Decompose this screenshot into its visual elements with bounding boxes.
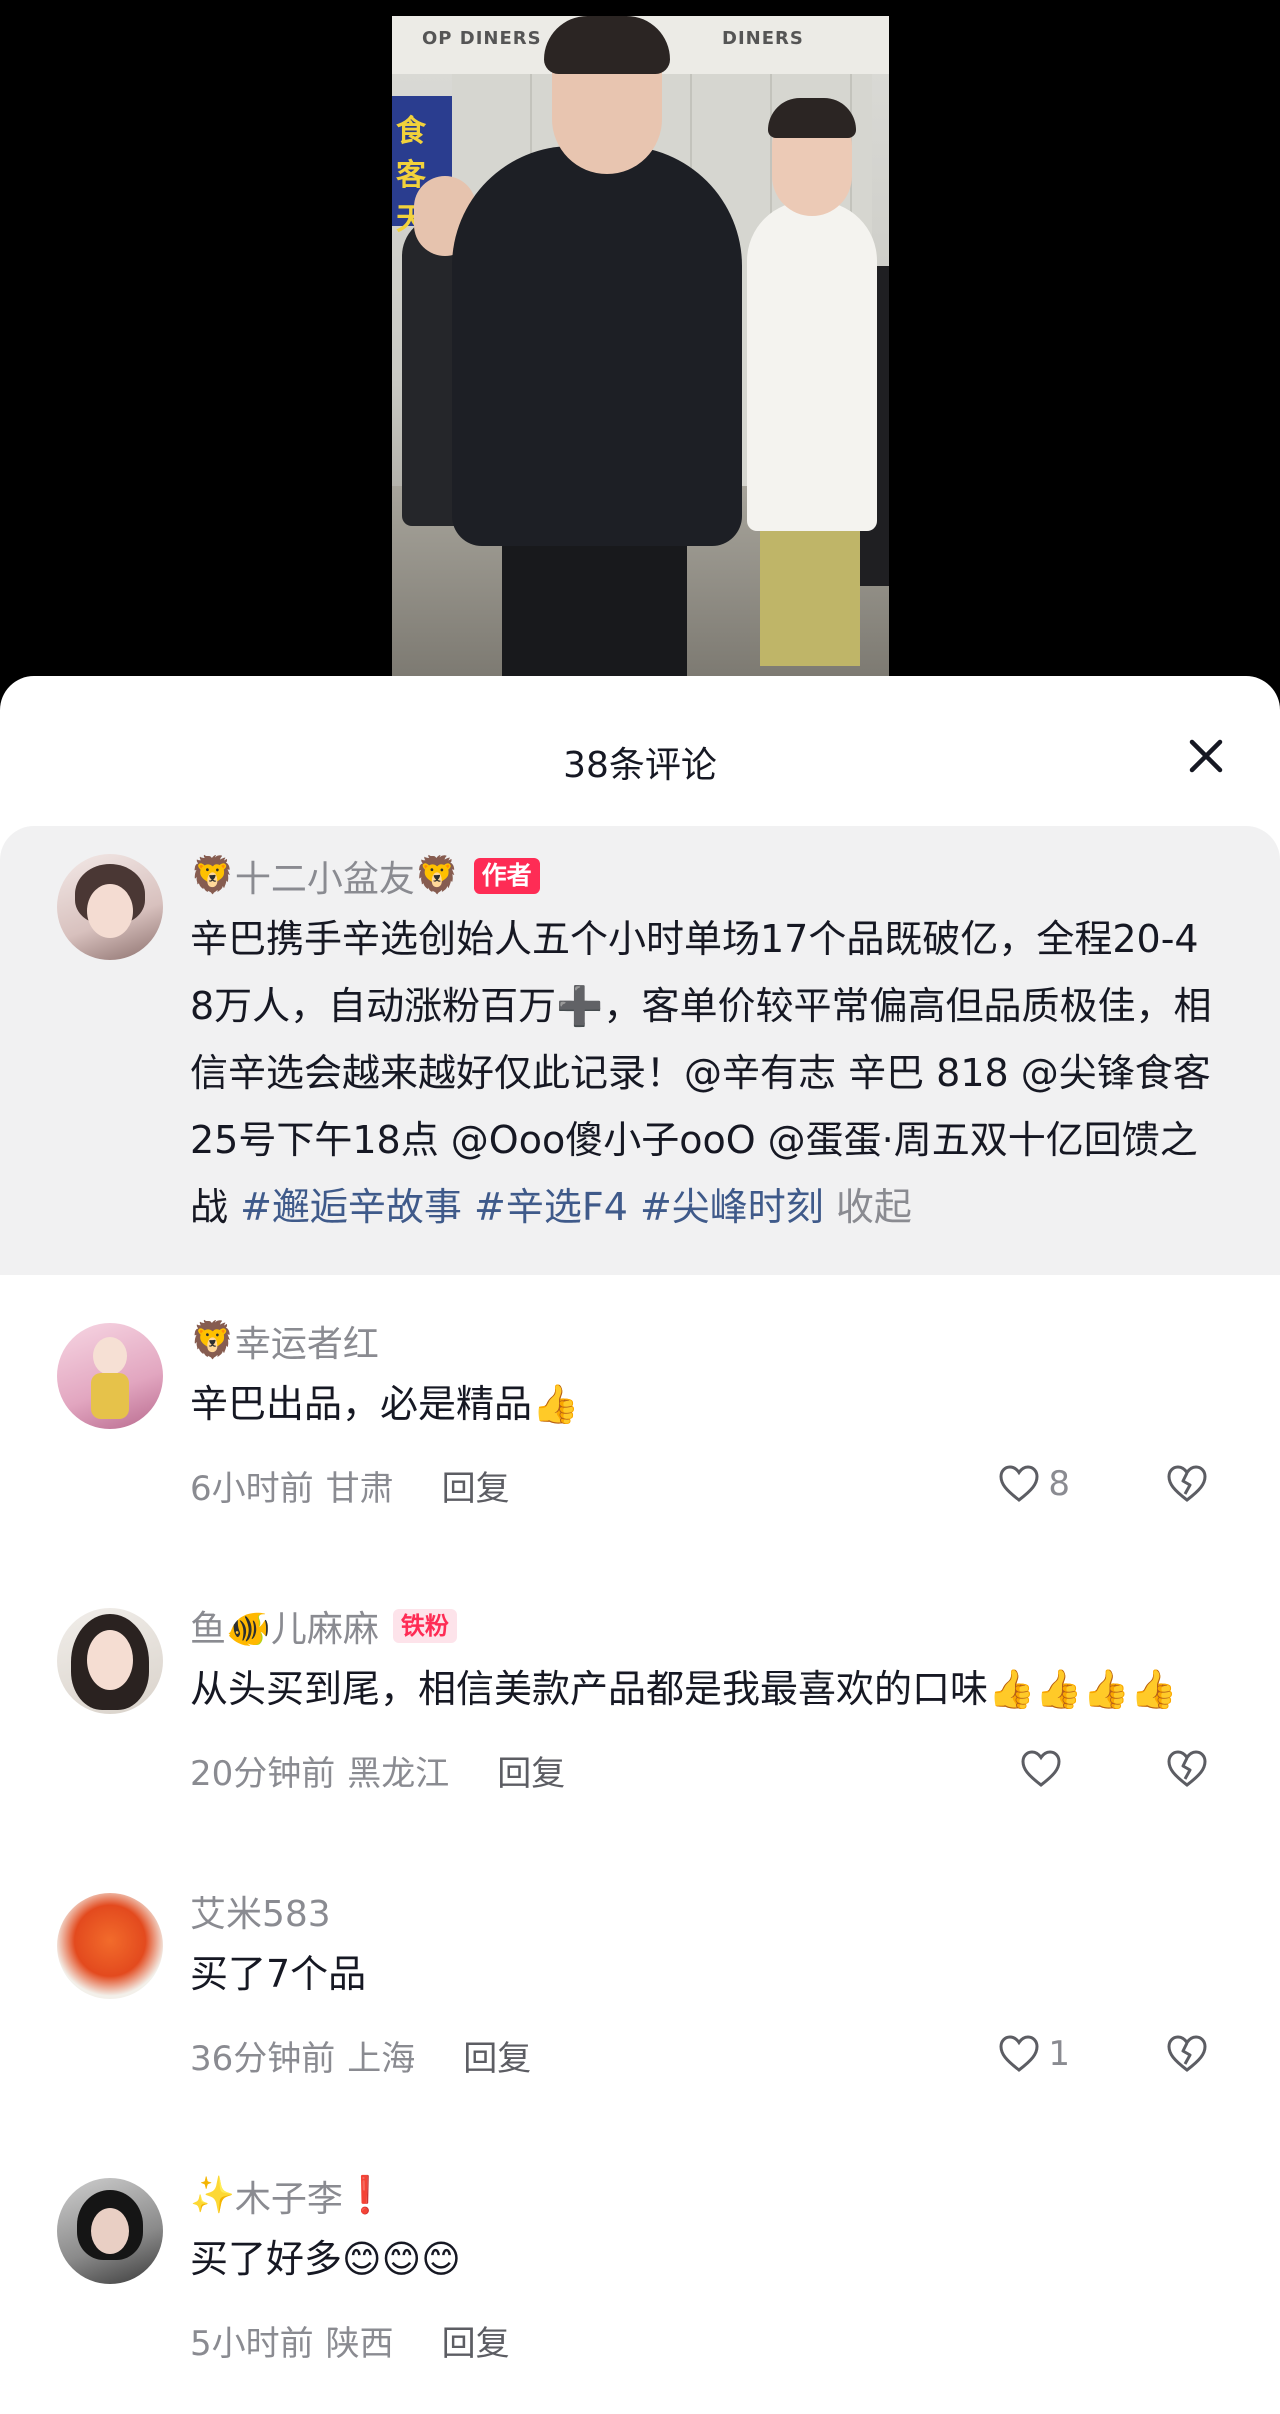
- avatar-face: [87, 1630, 133, 1690]
- comment-location: 上海: [347, 2038, 416, 2079]
- comment-text[interactable]: 买了7个品: [190, 1941, 1220, 2008]
- comment-text[interactable]: 辛巴携手辛选创始人五个小时单场17个品既破亿，全程20-48万人，自动涨粉百万➕…: [190, 906, 1220, 1241]
- comment-meta: 36分钟前 上海 回复 1: [190, 2026, 1220, 2084]
- avatar-face: [93, 1337, 127, 1375]
- comment-time: 20分钟前: [190, 1753, 336, 1794]
- comment-author-row: 艾米583: [190, 1885, 1220, 1937]
- comment-item[interactable]: 🦁 十二小盆友 🦁 作者 辛巴携手辛选创始人五个小时单场17个品既破亿，全程20…: [0, 826, 1280, 1275]
- comment-item[interactable]: ✨ 木子李 ❗ 买了好多😊😊😊 5小时前 陕西 回复: [0, 2130, 1280, 2414]
- avatar[interactable]: [57, 854, 163, 960]
- video-main-person-hair: [544, 16, 670, 74]
- dislike-button[interactable]: [1166, 1749, 1208, 1798]
- dislike-button[interactable]: [1166, 2034, 1208, 2083]
- avatar-body: [91, 1373, 129, 1419]
- video-banner-text-right: DINERS: [722, 28, 804, 49]
- avatar-face: [87, 884, 133, 938]
- dislike-button[interactable]: [1166, 1464, 1208, 1513]
- like-count: 8: [1048, 1464, 1070, 1504]
- avatar[interactable]: [57, 1608, 163, 1714]
- comment-sheet-header: 38条评论: [0, 676, 1280, 826]
- sparkles-emoji: ✨: [190, 2175, 235, 2216]
- avatar-face: [91, 2208, 129, 2254]
- video-main-person: [452, 146, 742, 546]
- comment-author-name[interactable]: 幸运者红: [235, 1315, 379, 1367]
- like-count: 1: [1048, 2034, 1070, 2074]
- comment-text[interactable]: 辛巴出品，必是精品👍: [190, 1371, 1220, 1438]
- comment-text[interactable]: 买了好多😊😊😊: [190, 2226, 1220, 2293]
- comment-location: 陕西: [325, 2323, 394, 2364]
- comment-text[interactable]: 从头买到尾，相信美款产品都是我最喜欢的口味👍👍👍👍: [190, 1656, 1220, 1723]
- heart-icon: [999, 1465, 1039, 1502]
- comment-item[interactable]: 艾米583 买了7个品 36分钟前 上海 回复 1: [0, 1845, 1280, 2130]
- exclamation-emoji: ❗: [342, 2175, 388, 2216]
- comment-item[interactable]: 🦁 幸运者红 辛巴出品，必是精品👍 6小时前 甘肃 回复 8: [0, 1275, 1280, 1560]
- avatar[interactable]: [57, 1893, 163, 1999]
- collapse-button[interactable]: 收起: [836, 1185, 912, 1229]
- close-button[interactable]: [1184, 734, 1228, 778]
- comment-meta: 6小时前 甘肃 回复 8: [190, 1456, 1220, 1514]
- comment-hashtags[interactable]: #邂逅辛故事 #辛选F4 #尖峰时刻: [240, 1185, 824, 1229]
- comment-time: 36分钟前: [190, 2038, 336, 2079]
- comment-meta: 20分钟前 黑龙江 回复: [190, 1741, 1220, 1799]
- comment-time: 5小时前: [190, 2323, 314, 2364]
- comment-author-name[interactable]: 十二小盆友: [235, 850, 415, 902]
- comment-author-row: 🦁 十二小盆友 🦁 作者: [190, 850, 1220, 902]
- lion-emoji: 🦁: [190, 855, 235, 896]
- comment-time: 6小时前: [190, 1468, 314, 1509]
- lion-emoji: 🦁: [190, 1320, 235, 1361]
- reply-button[interactable]: 回复: [463, 2031, 531, 2080]
- fan-badge: 铁粉: [392, 1609, 457, 1643]
- close-icon: [1189, 739, 1223, 773]
- avatar[interactable]: [57, 2178, 163, 2284]
- lion-emoji: 🦁: [414, 855, 460, 896]
- reply-button[interactable]: 回复: [442, 1461, 510, 1510]
- comment-location: 黑龙江: [347, 1753, 450, 1794]
- like-button[interactable]: 8: [998, 1464, 1070, 1504]
- comment-count-title: 38条评论: [563, 745, 717, 786]
- comment-author-name[interactable]: 鱼🐠儿麻麻: [190, 1600, 379, 1652]
- comment-text-content: 辛巴携手辛选创始人五个小时单场17个品既破亿，全程20-48万人，自动涨粉百万➕…: [190, 917, 1212, 1229]
- like-button[interactable]: [1020, 1749, 1070, 1789]
- comment-author-name[interactable]: 艾米583: [190, 1885, 331, 1937]
- comment-item[interactable]: 鱼🐠儿麻麻 铁粉 从头买到尾，相信美款产品都是我最喜欢的口味👍👍👍👍 20分钟前…: [0, 1560, 1280, 1845]
- comment-author-row: 鱼🐠儿麻麻 铁粉: [190, 1600, 1220, 1652]
- video-chef: [747, 201, 877, 531]
- video-player[interactable]: OP DINERS DINERS 食客天: [0, 0, 1280, 700]
- reply-button[interactable]: 回复: [442, 2316, 510, 2365]
- comment-author-row: ✨ 木子李 ❗: [190, 2170, 1220, 2222]
- video-chef-hair: [768, 98, 856, 138]
- comment-author-row: 🦁 幸运者红: [190, 1315, 1220, 1367]
- heart-icon: [1021, 1750, 1061, 1787]
- video-frame[interactable]: OP DINERS DINERS 食客天: [392, 16, 889, 676]
- heart-icon: [999, 2035, 1039, 2072]
- comment-sheet: 38条评论 🦁 十二小盆友 🦁 作者 辛巴携手辛选创始人五个小时单场17个品既破…: [0, 676, 1280, 2414]
- broken-heart-icon: [1167, 1465, 1207, 1502]
- avatar[interactable]: [57, 1323, 163, 1429]
- comment-author-name[interactable]: 木子李: [235, 2170, 343, 2222]
- video-chef-pants: [760, 526, 860, 666]
- broken-heart-icon: [1167, 1750, 1207, 1787]
- broken-heart-icon: [1167, 2035, 1207, 2072]
- video-banner-text-left: OP DINERS: [422, 28, 542, 49]
- like-button[interactable]: 1: [998, 2034, 1070, 2074]
- reply-button[interactable]: 回复: [497, 1746, 565, 1795]
- comment-location: 甘肃: [325, 1468, 394, 1509]
- comment-meta: 5小时前 陕西 回复: [190, 2311, 1220, 2369]
- author-badge: 作者: [473, 858, 540, 894]
